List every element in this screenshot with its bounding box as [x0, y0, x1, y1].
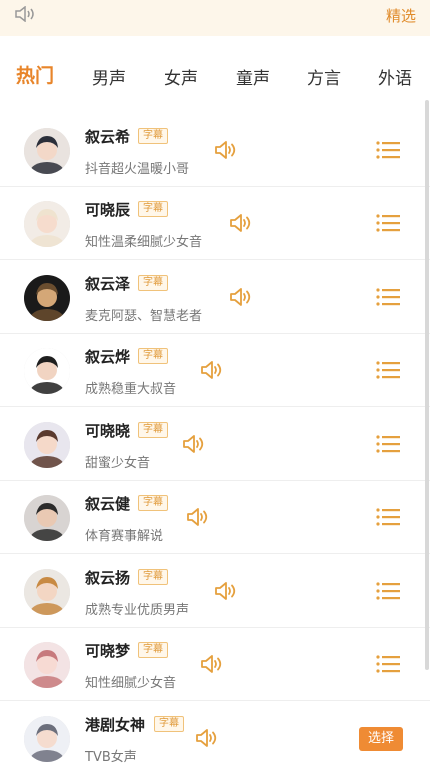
speaker-icon[interactable]	[14, 6, 36, 22]
featured-link[interactable]: 精选	[386, 5, 416, 26]
voice-name: 叙云扬	[85, 569, 131, 587]
avatar	[24, 716, 70, 762]
tab-female[interactable]: 女声	[164, 64, 198, 89]
tab-dialect[interactable]: 方言	[307, 64, 341, 89]
voice-description: 成熟专业优质男声	[85, 603, 190, 618]
tab-male[interactable]: 男声	[92, 64, 126, 89]
voice-description: 甜蜜少女音	[85, 456, 151, 471]
voice-name: 叙云烨	[85, 348, 131, 366]
avatar	[24, 275, 70, 321]
list-menu-icon[interactable]	[375, 506, 401, 528]
voice-description: 体育赛事解说	[85, 529, 164, 544]
play-sample-icon[interactable]	[229, 287, 253, 307]
subtitle-badge: 字幕	[138, 275, 168, 291]
subtitle-badge: 字幕	[154, 716, 184, 732]
voice-name: 港剧女神	[85, 716, 146, 734]
subtitle-badge: 字幕	[138, 422, 168, 438]
select-button[interactable]: 选择	[359, 727, 403, 751]
voice-row[interactable]: 叙云健 字幕体育赛事解说	[0, 481, 430, 554]
avatar	[24, 128, 70, 174]
avatar	[24, 495, 70, 541]
voice-row[interactable]: 可晓辰 字幕知性温柔细腻少女音	[0, 187, 430, 260]
voice-name: 可晓梦	[85, 642, 131, 660]
avatar	[24, 348, 70, 394]
voice-name: 叙云健	[85, 495, 131, 513]
list-menu-icon[interactable]	[375, 139, 401, 161]
subtitle-badge: 字幕	[138, 495, 168, 511]
voice-row[interactable]: 叙云泽 字幕麦克阿瑟、智慧老者	[0, 261, 430, 334]
tab-child[interactable]: 童声	[236, 64, 270, 89]
voice-name: 可晓晓	[85, 422, 131, 440]
play-sample-icon[interactable]	[214, 140, 238, 160]
subtitle-badge: 字幕	[138, 642, 168, 658]
list-menu-icon[interactable]	[375, 286, 401, 308]
play-sample-icon[interactable]	[229, 213, 253, 233]
avatar	[24, 569, 70, 615]
list-menu-icon[interactable]	[375, 580, 401, 602]
voice-description: 抖音超火温暖小哥	[85, 162, 190, 177]
tab-foreign[interactable]: 外语	[378, 64, 412, 89]
subtitle-badge: 字幕	[138, 348, 168, 364]
play-sample-icon[interactable]	[186, 507, 210, 527]
play-sample-icon[interactable]	[195, 728, 219, 748]
voice-row[interactable]: 叙云扬 字幕成熟专业优质男声	[0, 555, 430, 628]
voice-description: TVB女声	[85, 750, 137, 765]
avatar	[24, 201, 70, 247]
voice-row[interactable]: 港剧女神 字幕 TVB女声 选择	[0, 702, 430, 765]
avatar	[24, 422, 70, 468]
voice-description: 知性细腻少女音	[85, 676, 177, 691]
subtitle-badge: 字幕	[138, 128, 168, 144]
voice-row[interactable]: 可晓梦 字幕知性细腻少女音	[0, 628, 430, 701]
list-menu-icon[interactable]	[375, 212, 401, 234]
subtitle-badge: 字幕	[138, 201, 168, 217]
voice-row[interactable]: 叙云希 字幕抖音超火温暖小哥	[0, 114, 430, 187]
top-bar: 精选	[0, 0, 430, 36]
play-sample-icon[interactable]	[200, 360, 224, 380]
tab-hot[interactable]: 热门	[16, 61, 54, 88]
subtitle-badge: 字幕	[138, 569, 168, 585]
voice-row[interactable]: 叙云烨 字幕成熟稳重大叔音	[0, 334, 430, 407]
voice-description: 知性温柔细腻少女音	[85, 235, 203, 250]
voice-description: 成熟稳重大叔音	[85, 382, 177, 397]
play-sample-icon[interactable]	[214, 581, 238, 601]
list-menu-icon[interactable]	[375, 653, 401, 675]
voice-description: 麦克阿瑟、智慧老者	[85, 309, 203, 324]
scrollbar[interactable]	[425, 100, 429, 670]
voice-name: 可晓辰	[85, 201, 131, 219]
category-tabs: 热门 男声 女声 童声 方言 外语	[0, 56, 430, 96]
voice-name: 叙云希	[85, 128, 131, 146]
voice-name: 叙云泽	[85, 275, 131, 293]
play-sample-icon[interactable]	[200, 654, 224, 674]
avatar	[24, 642, 70, 688]
list-menu-icon[interactable]	[375, 359, 401, 381]
list-menu-icon[interactable]	[375, 433, 401, 455]
voice-row[interactable]: 可晓晓 字幕甜蜜少女音	[0, 408, 430, 481]
play-sample-icon[interactable]	[182, 434, 206, 454]
